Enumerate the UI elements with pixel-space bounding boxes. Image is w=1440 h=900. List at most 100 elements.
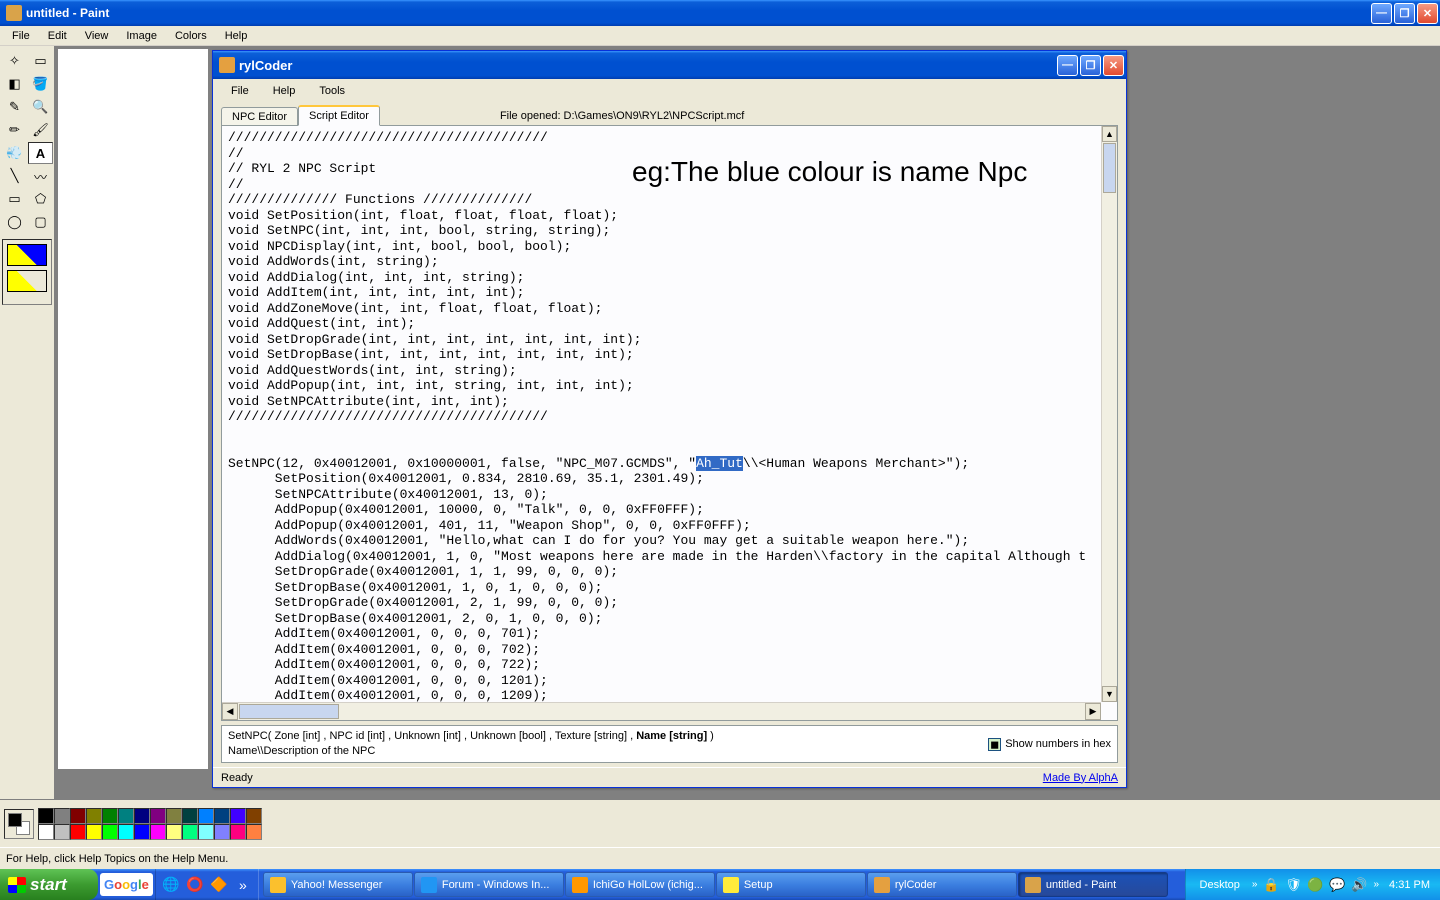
taskbar-button[interactable]: Forum - Windows In... (414, 872, 564, 897)
menu-tools[interactable]: Tools (309, 82, 355, 100)
tray-icon[interactable]: 🔒 (1263, 877, 1279, 893)
made-by-link[interactable]: Made By AlphA (1043, 772, 1118, 784)
tab-script-editor[interactable]: Script Editor (298, 105, 380, 126)
tab-npc-editor[interactable]: NPC Editor (221, 107, 298, 126)
line-icon[interactable]: ╲ (2, 165, 27, 187)
color-swatch[interactable] (86, 824, 102, 840)
eraser-icon[interactable]: ◧ (2, 73, 27, 95)
color-swatch[interactable] (166, 808, 182, 824)
color-swatch[interactable] (38, 808, 54, 824)
color-swatch[interactable] (230, 824, 246, 840)
brush-icon[interactable]: 🖌 (28, 119, 53, 141)
curve-icon[interactable]: 〰 (28, 165, 53, 187)
taskbar-button[interactable]: Setup (716, 872, 866, 897)
menu-colors[interactable]: Colors (167, 28, 215, 44)
minimize-button[interactable]: — (1057, 55, 1078, 76)
rect-select-icon[interactable]: ▭ (28, 50, 53, 72)
chevron-right-icon[interactable]: » (1252, 879, 1258, 890)
show-desktop[interactable]: Desktop (1200, 879, 1240, 891)
magnifier-icon[interactable]: 🔍 (28, 96, 53, 118)
menu-help[interactable]: Help (263, 82, 306, 100)
taskbar-button[interactable]: IchiGo HolLow (ichig... (565, 872, 715, 897)
taskbar-button[interactable]: rylCoder (867, 872, 1017, 897)
maximize-button[interactable]: ❐ (1394, 3, 1415, 24)
current-colors[interactable] (4, 809, 34, 839)
ie-icon[interactable]: 🌐 (160, 874, 182, 896)
color-swatch[interactable] (102, 824, 118, 840)
roundrect-icon[interactable]: ▢ (28, 211, 53, 233)
color-swatch[interactable] (198, 808, 214, 824)
color-swatch[interactable] (182, 808, 198, 824)
text-transparent-option[interactable] (7, 270, 47, 292)
code-editor[interactable]: ////////////////////////////////////////… (222, 126, 1117, 720)
vertical-scrollbar[interactable]: ▲ ▼ (1101, 126, 1117, 702)
media-icon[interactable]: ⭕ (184, 874, 206, 896)
app-icon[interactable]: 🔶 (208, 874, 230, 896)
close-button[interactable]: ✕ (1103, 55, 1124, 76)
color-swatch[interactable] (86, 808, 102, 824)
chevron-right-icon[interactable]: » (1373, 879, 1379, 890)
menu-help[interactable]: Help (217, 28, 256, 44)
close-button[interactable]: ✕ (1417, 3, 1438, 24)
polygon-icon[interactable]: ⬠ (28, 188, 53, 210)
scroll-left-icon[interactable]: ◀ (222, 703, 238, 720)
minimize-button[interactable]: — (1371, 3, 1392, 24)
menu-view[interactable]: View (77, 28, 117, 44)
color-swatch[interactable] (70, 808, 86, 824)
scroll-thumb[interactable] (239, 704, 339, 719)
maximize-button[interactable]: ❐ (1080, 55, 1101, 76)
color-swatch[interactable] (118, 824, 134, 840)
color-swatch[interactable] (54, 824, 70, 840)
picker-icon[interactable]: ✎ (2, 96, 27, 118)
menu-file[interactable]: File (221, 82, 259, 100)
color-swatch[interactable] (150, 824, 166, 840)
color-swatch[interactable] (54, 808, 70, 824)
color-swatch[interactable] (246, 824, 262, 840)
rectangle-icon[interactable]: ▭ (2, 188, 27, 210)
clock[interactable]: 4:31 PM (1389, 879, 1430, 891)
scroll-up-icon[interactable]: ▲ (1102, 126, 1117, 142)
color-swatch[interactable] (38, 824, 54, 840)
airbrush-icon[interactable]: 💨 (2, 142, 27, 164)
taskbar-button[interactable]: untitled - Paint (1018, 872, 1168, 897)
color-swatch[interactable] (150, 808, 166, 824)
menu-image[interactable]: Image (118, 28, 165, 44)
tray-icon[interactable]: 🟢 (1307, 877, 1323, 893)
color-swatch[interactable] (198, 824, 214, 840)
text-opaque-option[interactable] (7, 244, 47, 266)
google-deskbar[interactable]: Google (100, 873, 153, 896)
horizontal-scrollbar[interactable]: ◀ ▶ (222, 702, 1101, 720)
color-swatch[interactable] (134, 824, 150, 840)
tray-icon[interactable]: 🔊 (1351, 877, 1367, 893)
rylcoder-titlebar[interactable]: rylCoder — ❐ ✕ (213, 51, 1126, 79)
color-swatch[interactable] (70, 824, 86, 840)
start-button[interactable]: start (0, 869, 98, 900)
color-swatch[interactable] (102, 808, 118, 824)
menu-edit[interactable]: Edit (40, 28, 75, 44)
text-icon[interactable]: A (28, 142, 53, 164)
color-swatch[interactable] (214, 808, 230, 824)
scroll-thumb[interactable] (1103, 143, 1116, 193)
tray-icon[interactable]: 💬 (1329, 877, 1345, 893)
ellipse-icon[interactable]: ◯ (2, 211, 27, 233)
fill-icon[interactable]: 🪣 (28, 73, 53, 95)
hex-checkbox[interactable]: ◼ Show numbers in hex (988, 738, 1111, 751)
canvas[interactable] (58, 49, 208, 769)
taskbar-button[interactable]: Yahoo! Messenger (263, 872, 413, 897)
color-swatch[interactable] (230, 808, 246, 824)
scroll-right-icon[interactable]: ▶ (1085, 703, 1101, 720)
freeform-select-icon[interactable]: ✧ (2, 50, 27, 72)
color-swatch[interactable] (182, 824, 198, 840)
scroll-down-icon[interactable]: ▼ (1102, 686, 1117, 702)
menu-file[interactable]: File (4, 28, 38, 44)
color-swatch[interactable] (246, 808, 262, 824)
color-swatch[interactable] (214, 824, 230, 840)
chevron-right-icon[interactable]: » (232, 874, 254, 896)
color-swatch[interactable] (166, 824, 182, 840)
checkbox-icon[interactable]: ◼ (988, 738, 1001, 751)
paint-titlebar[interactable]: untitled - Paint — ❐ ✕ (0, 0, 1440, 26)
foreground-color-swatch[interactable] (8, 813, 22, 827)
tray-icon[interactable]: 🛡 (1285, 877, 1301, 893)
color-swatch[interactable] (134, 808, 150, 824)
pencil-icon[interactable]: ✏ (2, 119, 27, 141)
